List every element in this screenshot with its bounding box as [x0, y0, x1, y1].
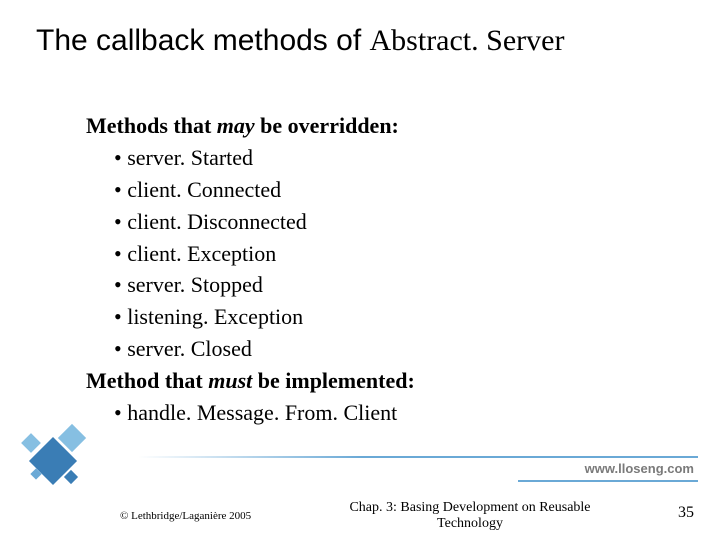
divider-lower [518, 480, 698, 482]
chapter-text: Chap. 3: Basing Development on Reusable … [320, 500, 620, 532]
footer: © Lethbridge/Laganière 2005 Chap. 3: Bas… [0, 496, 720, 536]
bullet-text: listening. Exception [127, 304, 303, 329]
bullet-text: server. Stopped [127, 272, 263, 297]
square-icon [64, 470, 78, 484]
list-item: client. Exception [86, 238, 646, 270]
bullet-text: handle. Message. From. Client [127, 400, 397, 425]
list-item: server. Started [86, 142, 646, 174]
section1-emph: may [217, 113, 255, 138]
site-url: www.lloseng.com [585, 461, 694, 476]
divider-upper [138, 456, 698, 458]
bullet-text: client. Disconnected [127, 209, 307, 234]
section-implement-heading: Method that must be implemented: [86, 365, 646, 397]
section2-tail: be implemented: [252, 368, 415, 393]
decorative-squares [18, 410, 88, 500]
bullet-text: client. Connected [127, 177, 281, 202]
bullet-text: client. Exception [127, 241, 276, 266]
bullet-text: server. Closed [127, 336, 252, 361]
bullet-text: server. Started [127, 145, 253, 170]
title-prefix: The callback methods of [36, 24, 370, 57]
section2-emph: must [208, 368, 252, 393]
page-number: 35 [678, 504, 694, 522]
list-item: server. Stopped [86, 269, 646, 301]
slide: The callback methods of Abstract. Server… [0, 0, 720, 540]
section2-lead: Method that [86, 368, 208, 393]
slide-body: Methods that may be overridden: server. … [86, 110, 646, 429]
title-classname: Abstract. Server [370, 24, 565, 57]
slide-title: The callback methods of Abstract. Server [36, 24, 564, 58]
square-icon [21, 433, 41, 453]
section1-tail: be overridden: [255, 113, 399, 138]
copyright-text: © Lethbridge/Laganière 2005 [120, 510, 251, 522]
list-item: server. Closed [86, 333, 646, 365]
list-item: client. Connected [86, 174, 646, 206]
section1-lead: Methods that [86, 113, 217, 138]
list-item: handle. Message. From. Client [86, 397, 646, 429]
section-override-heading: Methods that may be overridden: [86, 110, 646, 142]
list-item: client. Disconnected [86, 206, 646, 238]
list-item: listening. Exception [86, 301, 646, 333]
